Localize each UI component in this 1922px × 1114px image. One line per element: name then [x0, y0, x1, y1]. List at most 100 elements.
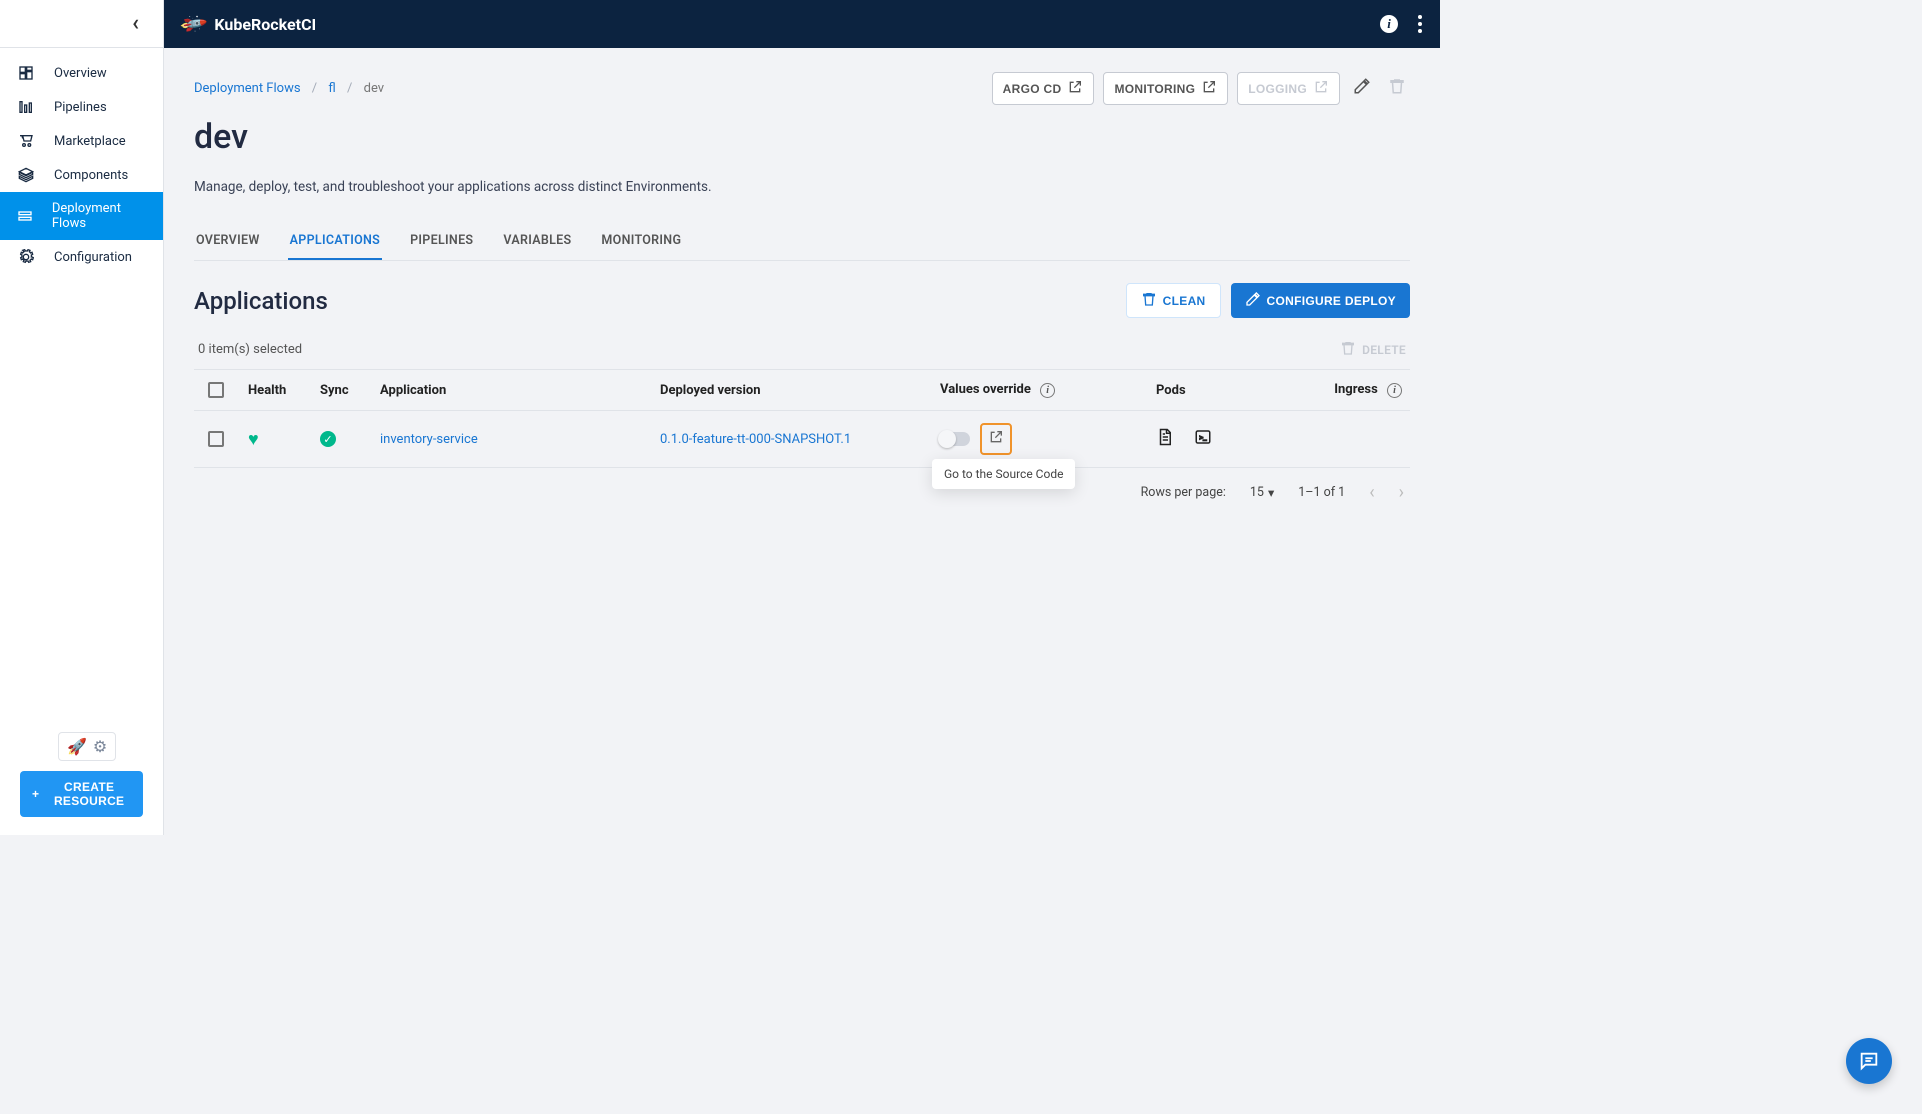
cart-icon — [16, 133, 36, 149]
info-icon[interactable]: i — [1040, 383, 1055, 398]
terminal-icon[interactable]: >_ — [1194, 428, 1212, 451]
svg-text:>_: >_ — [1199, 433, 1207, 442]
breadcrumb-current: dev — [364, 81, 384, 96]
row-checkbox[interactable] — [208, 431, 224, 447]
info-icon[interactable]: i — [1380, 15, 1398, 33]
rows-per-page-label: Rows per page: — [1141, 485, 1226, 500]
page-title: dev — [194, 117, 1410, 157]
settings-icon[interactable]: ⚙ — [93, 737, 107, 756]
brand[interactable]: 🚀 KubeRocketCI — [182, 14, 316, 35]
col-health: Health — [248, 383, 320, 398]
page-range: 1–1 of 1 — [1298, 485, 1345, 500]
nav-label: Configuration — [54, 250, 132, 265]
breadcrumb-sep: / — [312, 81, 317, 96]
tab-applications[interactable]: APPLICATIONS — [288, 223, 382, 260]
page-size-select[interactable]: 15 ▾ — [1250, 485, 1274, 501]
sidebar-item-components[interactable]: Components — [0, 158, 163, 192]
create-label: CREATE RESOURCE — [47, 780, 131, 808]
sidebar-item-configuration[interactable]: Configuration — [0, 240, 163, 274]
plus-icon: + — [32, 787, 39, 801]
topbar-right: i — [1380, 15, 1422, 33]
chat-fab[interactable] — [1846, 1038, 1892, 1084]
table-row: ♥ ✓ inventory-service 0.1.0-feature-tt-0… — [194, 411, 1410, 468]
dashboard-icon — [16, 65, 36, 81]
selected-count: 0 item(s) selected — [198, 342, 302, 357]
external-link-icon — [988, 429, 1004, 449]
rocket-logo-icon: 🚀 — [178, 9, 208, 39]
trash-icon — [1141, 291, 1157, 310]
breadcrumb-root[interactable]: Deployment Flows — [194, 81, 301, 96]
sidebar-bottom: 🚀 ⚙ + CREATE RESOURCE — [0, 720, 163, 835]
table-header: Health Sync Application Deployed version… — [194, 370, 1410, 411]
monitoring-button[interactable]: MONITORING — [1103, 72, 1228, 105]
tabs: OVERVIEW APPLICATIONS PIPELINES VARIABLE… — [194, 223, 1410, 261]
health-icon: ♥ — [248, 429, 259, 450]
sidebar-collapse[interactable] — [0, 0, 163, 48]
page-subtitle: Manage, deploy, test, and troubleshoot y… — [194, 179, 1410, 195]
source-code-button[interactable] — [980, 423, 1012, 455]
logs-icon[interactable] — [1156, 428, 1174, 451]
main: 🚀 KubeRocketCI i Deployment Flows / fl /… — [164, 0, 1440, 835]
breadcrumb-sep: / — [347, 81, 352, 96]
breadcrumb: Deployment Flows / fl / dev — [194, 81, 384, 96]
applications-table: Health Sync Application Deployed version… — [194, 369, 1410, 468]
rocket-icon[interactable]: 🚀 — [67, 737, 87, 756]
col-ingress: Ingress i — [1326, 382, 1406, 398]
logging-label: LOGGING — [1248, 82, 1307, 96]
sidebar-item-overview[interactable]: Overview — [0, 56, 163, 90]
col-values-override: Values override i — [940, 382, 1156, 398]
breadcrumb-mid[interactable]: fl — [328, 81, 335, 96]
tool-icons: 🚀 ⚙ — [58, 732, 116, 761]
clean-label: CLEAN — [1163, 294, 1206, 308]
external-link-icon — [1201, 79, 1217, 98]
select-all-checkbox[interactable] — [208, 382, 224, 398]
pagination: Rows per page: 15 ▾ 1–1 of 1 ‹ › — [194, 468, 1410, 503]
tab-overview[interactable]: OVERVIEW — [194, 223, 262, 260]
trash-icon — [1340, 340, 1356, 359]
pencil-icon — [1245, 291, 1261, 310]
header-actions: ARGO CD MONITORING LOGGING — [992, 72, 1410, 105]
configure-label: CONFIGURE DEPLOY — [1267, 294, 1396, 308]
tab-monitoring[interactable]: MONITORING — [599, 223, 683, 260]
topbar: 🚀 KubeRocketCI i — [164, 0, 1440, 48]
application-link[interactable]: inventory-service — [380, 432, 478, 447]
nav-label: Deployment Flows — [52, 201, 147, 231]
deployment-icon — [16, 208, 34, 224]
nav-label: Overview — [54, 66, 107, 81]
content: Deployment Flows / fl / dev ARGO CD MONI… — [164, 48, 1440, 835]
layers-icon — [16, 167, 36, 183]
col-deployed: Deployed version — [660, 383, 940, 398]
deployed-version-link[interactable]: 0.1.0-feature-tt-000-SNAPSHOT.1 — [660, 432, 851, 447]
info-icon[interactable]: i — [1387, 383, 1402, 398]
pipelines-icon — [16, 99, 36, 115]
kebab-menu-icon[interactable] — [1418, 15, 1422, 33]
tab-variables[interactable]: VARIABLES — [501, 223, 573, 260]
bulk-delete-button: DELETE — [1340, 340, 1406, 359]
brand-name: KubeRocketCI — [214, 15, 316, 34]
nav-list: Overview Pipelines Marketplace Component… — [0, 48, 163, 720]
chevron-left-icon — [132, 11, 139, 36]
external-link-icon — [1313, 79, 1329, 98]
values-override-toggle[interactable] — [940, 432, 970, 446]
sidebar-item-marketplace[interactable]: Marketplace — [0, 124, 163, 158]
create-resource-button[interactable]: + CREATE RESOURCE — [20, 771, 143, 817]
prev-page[interactable]: ‹ — [1369, 482, 1374, 503]
col-application: Application — [380, 383, 660, 398]
col-pods: Pods — [1156, 383, 1326, 398]
sidebar: Overview Pipelines Marketplace Component… — [0, 0, 164, 835]
delete-label: DELETE — [1362, 343, 1406, 357]
nav-label: Pipelines — [54, 100, 107, 115]
edit-button[interactable] — [1349, 73, 1375, 104]
section-heading: Applications — [194, 287, 328, 315]
configure-deploy-button[interactable]: CONFIGURE DEPLOY — [1231, 283, 1410, 318]
logging-button: LOGGING — [1237, 72, 1340, 105]
sidebar-item-deployment-flows[interactable]: Deployment Flows — [0, 192, 163, 240]
clean-button[interactable]: CLEAN — [1126, 283, 1221, 318]
tab-pipelines[interactable]: PIPELINES — [408, 223, 475, 260]
next-page[interactable]: › — [1399, 482, 1404, 503]
gear-icon — [16, 249, 36, 265]
external-link-icon — [1067, 79, 1083, 98]
argocd-button[interactable]: ARGO CD — [992, 72, 1095, 105]
sidebar-item-pipelines[interactable]: Pipelines — [0, 90, 163, 124]
nav-label: Components — [54, 168, 128, 183]
